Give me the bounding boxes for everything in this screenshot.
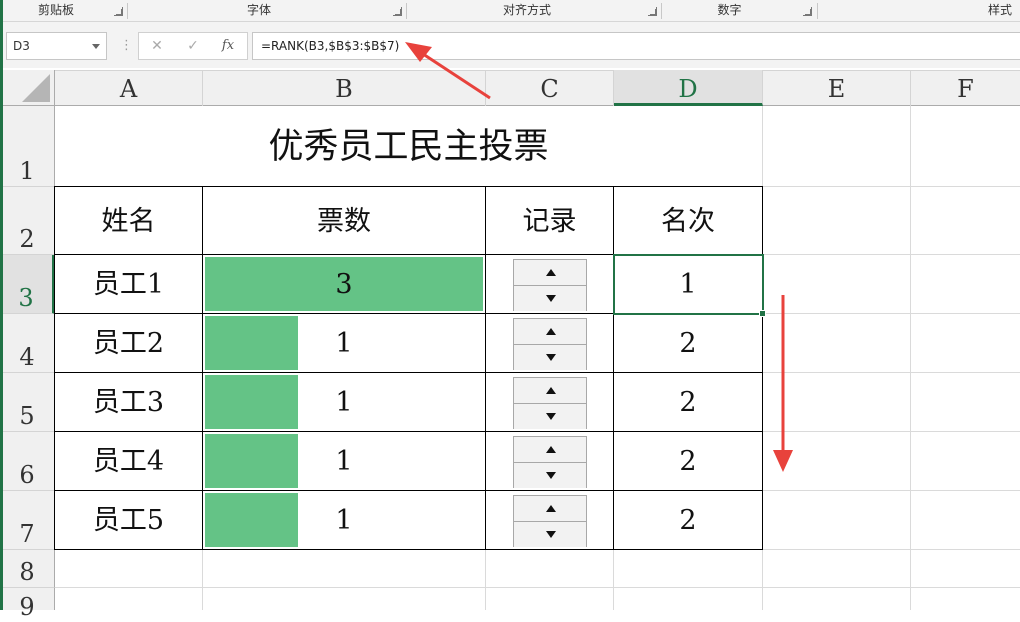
annotation-overlay (405, 42, 793, 472)
annotation-arrow-line (419, 50, 491, 100)
window-edge (0, 0, 3, 610)
annotation-arrow-head (773, 450, 793, 472)
